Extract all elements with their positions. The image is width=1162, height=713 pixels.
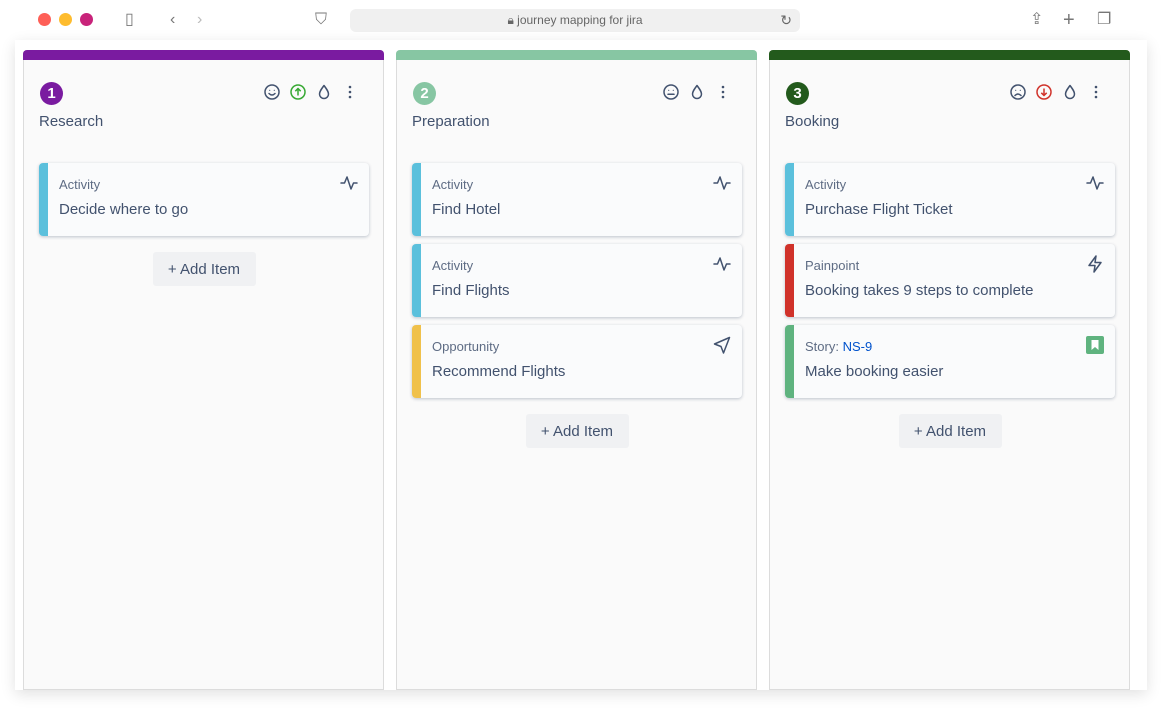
stage-title[interactable]: Booking <box>785 113 839 130</box>
reload-icon[interactable]: ↻ <box>780 9 792 32</box>
card-list: Activity Find Hotel Activity Find Flight… <box>412 163 742 448</box>
card-type-stripe <box>412 244 421 317</box>
card-text: Find Flights <box>432 282 510 299</box>
add-item-button[interactable]: + Add Item <box>152 252 256 286</box>
card-text: Purchase Flight Ticket <box>805 201 953 218</box>
card-type-stripe <box>785 163 794 236</box>
stage-actions <box>662 83 732 101</box>
card-type-stripe <box>39 163 48 236</box>
smile-icon[interactable] <box>263 83 281 101</box>
address-bar[interactable]: 🔒︎ journey mapping for jira ↻ <box>350 9 800 32</box>
card-type-label: Story: NS-9 <box>805 339 873 354</box>
journey-card[interactable]: Activity Purchase Flight Ticket <box>785 163 1115 236</box>
browser-toolbar: ▯ ‹ › ⛉ 🔒︎ journey mapping for jira ↻ ⇪ +… <box>0 0 1162 40</box>
card-type-stripe <box>412 163 421 236</box>
journey-card[interactable]: Opportunity Recommend Flights <box>412 325 742 398</box>
more-icon[interactable] <box>1087 83 1105 101</box>
new-tab-icon[interactable]: + <box>1063 10 1075 30</box>
add-item-button[interactable]: + Add Item <box>898 414 1002 448</box>
stage-column-preparation: 2 Preparation Activity Find Hotel Activi… <box>396 50 757 690</box>
zoom-window-button[interactable] <box>80 13 93 26</box>
drop-icon[interactable] <box>315 83 333 101</box>
stage-title[interactable]: Research <box>39 113 103 130</box>
more-icon[interactable] <box>714 83 732 101</box>
card-type-label: Activity <box>432 177 474 192</box>
sad-icon[interactable] <box>1009 83 1027 101</box>
card-type-label: Opportunity <box>432 339 500 354</box>
journey-card[interactable]: Activity Find Hotel <box>412 163 742 236</box>
card-list: Activity Decide where to go + Add Item <box>39 163 369 286</box>
issue-link[interactable]: NS-9 <box>843 339 873 354</box>
arrow-down-circle-icon[interactable] <box>1035 83 1053 101</box>
neutral-face-icon[interactable] <box>662 83 680 101</box>
stage-color-bar <box>23 50 384 60</box>
drop-icon[interactable] <box>688 83 706 101</box>
stage-column-booking: 3 Booking Activity Purchase Flight Ticke… <box>769 50 1130 690</box>
stage-color-bar <box>769 50 1130 60</box>
shield-icon[interactable]: ⛉ <box>315 10 327 30</box>
card-text: Find Hotel <box>432 201 501 218</box>
stage-number-badge: 2 <box>413 82 436 105</box>
stage-actions <box>1009 83 1105 101</box>
stage-column-research: 1 Research Activity Decide where to go +… <box>23 50 384 690</box>
close-window-button[interactable] <box>38 13 51 26</box>
more-icon[interactable] <box>341 83 359 101</box>
add-item-button[interactable]: + Add Item <box>525 414 629 448</box>
share-icon[interactable]: ⇪ <box>1030 10 1043 30</box>
card-type-label: Activity <box>59 177 101 192</box>
card-text: Booking takes 9 steps to complete <box>805 282 1034 299</box>
stage-title[interactable]: Preparation <box>412 113 490 130</box>
tabs-overview-icon[interactable]: ❐ <box>1097 10 1111 30</box>
journey-card[interactable]: Activity Decide where to go <box>39 163 369 236</box>
card-type-label: Activity <box>432 258 474 273</box>
card-type-stripe <box>412 325 421 398</box>
stage-number-badge: 3 <box>786 82 809 105</box>
journey-card[interactable]: Story: NS-9 Make booking easier <box>785 325 1115 398</box>
minimize-window-button[interactable] <box>59 13 72 26</box>
arrow-up-circle-icon[interactable] <box>289 83 307 101</box>
card-type-label: Activity <box>805 177 847 192</box>
journey-card[interactable]: Painpoint Booking takes 9 steps to compl… <box>785 244 1115 317</box>
lock-icon: 🔒︎ <box>507 13 518 27</box>
forward-icon[interactable]: › <box>197 10 202 30</box>
card-type-stripe <box>785 244 794 317</box>
drop-icon[interactable] <box>1061 83 1079 101</box>
card-text: Make booking easier <box>805 363 944 380</box>
back-icon[interactable]: ‹ <box>170 10 175 30</box>
stage-color-bar <box>396 50 757 60</box>
card-text: Decide where to go <box>59 201 189 218</box>
sidebar-icon[interactable]: ▯ <box>125 10 134 30</box>
journey-card[interactable]: Activity Find Flights <box>412 244 742 317</box>
card-text: Recommend Flights <box>432 363 566 380</box>
stage-actions <box>263 83 359 101</box>
card-type-label: Painpoint <box>805 258 860 273</box>
card-type-stripe <box>785 325 794 398</box>
card-list: Activity Purchase Flight Ticket Painpoin… <box>785 163 1115 448</box>
url-text: journey mapping for jira <box>517 13 643 27</box>
stage-number-badge: 1 <box>40 82 63 105</box>
